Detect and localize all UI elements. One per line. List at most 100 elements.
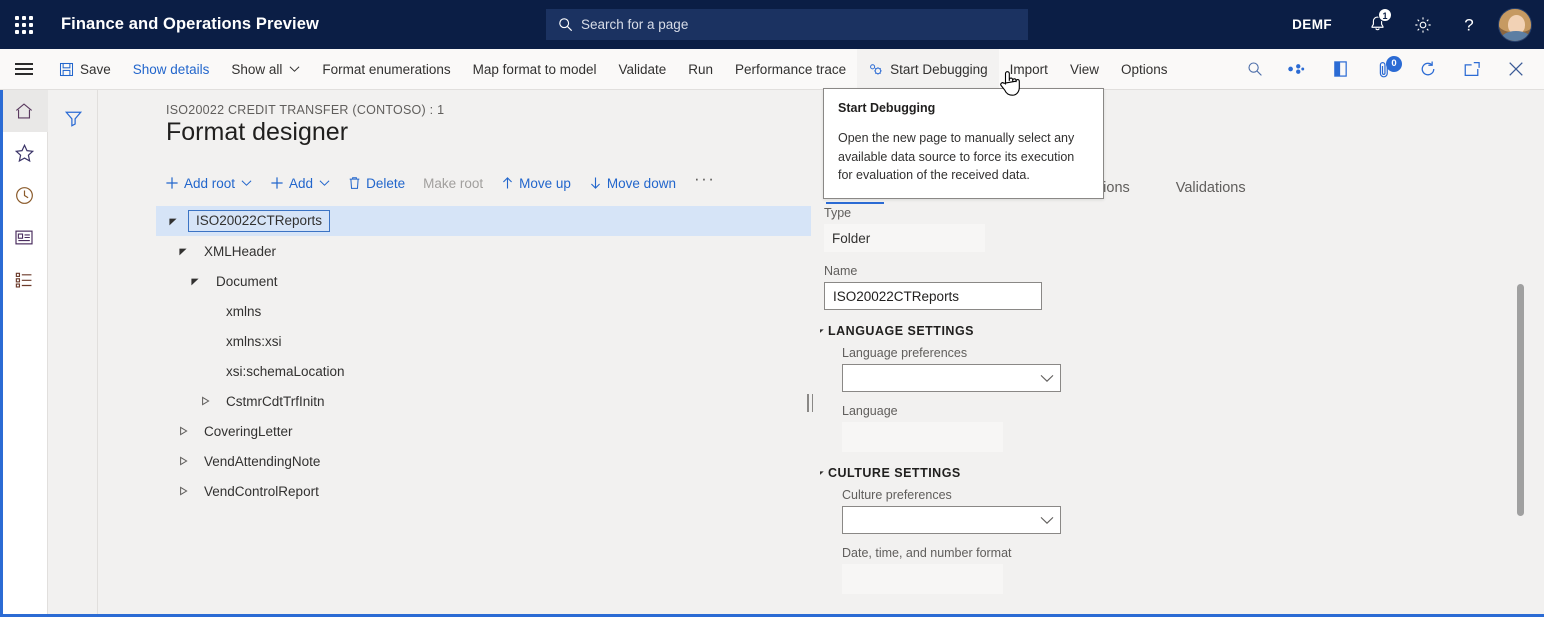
- collapsed-twisty-icon[interactable]: [174, 486, 192, 496]
- recent-clock-icon: [14, 185, 35, 206]
- hamburger-icon[interactable]: [0, 49, 48, 89]
- plus-icon: [165, 176, 179, 190]
- attachment-icon[interactable]: 0: [1362, 49, 1406, 89]
- more-actions-button[interactable]: ···: [685, 168, 724, 198]
- language-value: [842, 422, 1003, 452]
- format-enumerations-button[interactable]: Format enumerations: [311, 49, 461, 89]
- run-button[interactable]: Run: [677, 49, 724, 89]
- rail-item-recent[interactable]: [0, 174, 48, 216]
- vertical-scrollbar[interactable]: [1516, 270, 1526, 617]
- culture-preferences-dropdown[interactable]: [842, 506, 1061, 534]
- rail-item-workspaces[interactable]: [0, 216, 48, 258]
- view-button[interactable]: View: [1059, 49, 1110, 89]
- tree-row[interactable]: VendControlReport: [156, 476, 811, 506]
- splitter-grip-icon: [807, 394, 813, 412]
- expanded-twisty-icon[interactable]: [164, 216, 182, 226]
- tree-row-label: CstmrCdtTrfInitn: [226, 394, 325, 409]
- culture-settings-title: CULTURE SETTINGS: [828, 466, 961, 480]
- show-all-button[interactable]: Show all: [220, 49, 311, 89]
- tooltip-title: Start Debugging: [838, 99, 1089, 118]
- show-details-button[interactable]: Show details: [122, 49, 221, 89]
- breadcrumb: ISO20022 CREDIT TRANSFER (CONTOSO) : 1: [166, 103, 444, 117]
- save-button[interactable]: Save: [48, 49, 122, 89]
- open-in-new-window-icon[interactable]: [1450, 49, 1494, 89]
- properties-pane: Format Mapping Transformations Validatio…: [820, 166, 1544, 617]
- show-details-label: Show details: [133, 62, 210, 77]
- options-button[interactable]: Options: [1110, 49, 1179, 89]
- gear-icon[interactable]: [1400, 0, 1446, 49]
- map-format-to-model-label: Map format to model: [473, 62, 597, 77]
- tree-row[interactable]: xmlns:xsi: [156, 326, 811, 356]
- tree-row[interactable]: VendAttendingNote: [156, 446, 811, 476]
- tree-row[interactable]: CstmrCdtTrfInitn: [156, 386, 811, 416]
- page-content: ISO20022 CREDIT TRANSFER (CONTOSO) : 1 F…: [98, 90, 1544, 617]
- move-up-button[interactable]: Move up: [492, 168, 580, 198]
- command-bar: Save Show details Show all Format enumer…: [0, 49, 1544, 90]
- relations-icon[interactable]: [1274, 49, 1318, 89]
- language-preferences-label: Language preferences: [842, 346, 1504, 360]
- type-field: Type Folder: [824, 206, 1504, 252]
- language-settings-header[interactable]: LANGUAGE SETTINGS: [820, 324, 1504, 338]
- tab-validations[interactable]: Validations: [1168, 180, 1254, 204]
- tree-row-label: xmlns: [226, 304, 261, 319]
- page-body: ISO20022 CREDIT TRANSFER (CONTOSO) : 1 F…: [48, 90, 1544, 617]
- tree-row[interactable]: xsi:schemaLocation: [156, 356, 811, 386]
- workspaces-icon: [14, 228, 34, 247]
- left-accent-edge: [0, 90, 3, 617]
- performance-trace-button[interactable]: Performance trace: [724, 49, 857, 89]
- start-debugging-button[interactable]: Start Debugging: [857, 49, 999, 89]
- tree-row[interactable]: XMLHeader: [156, 236, 811, 266]
- bell-icon[interactable]: 1: [1354, 0, 1400, 49]
- scrollbar-thumb[interactable]: [1517, 284, 1524, 516]
- add-root-button[interactable]: Add root: [156, 168, 261, 198]
- rail-item-home[interactable]: [0, 90, 48, 132]
- move-down-label: Move down: [607, 176, 676, 191]
- close-icon[interactable]: [1494, 49, 1538, 89]
- culture-preferences-label: Culture preferences: [842, 488, 1504, 502]
- chevron-down-icon: [1040, 371, 1054, 386]
- type-value: Folder: [824, 224, 985, 252]
- tree-row[interactable]: CoveringLetter: [156, 416, 811, 446]
- expanded-twisty-icon[interactable]: [174, 246, 192, 256]
- move-down-button[interactable]: Move down: [580, 168, 685, 198]
- tree-row[interactable]: Document: [156, 266, 811, 296]
- app-launcher-icon[interactable]: [0, 0, 48, 49]
- collapsed-twisty-icon[interactable]: [174, 426, 192, 436]
- import-button[interactable]: Import: [999, 49, 1059, 89]
- search-placeholder: Search for a page: [581, 17, 688, 32]
- search-input[interactable]: Search for a page: [546, 9, 1028, 40]
- chevron-down-icon: [1040, 513, 1054, 528]
- expanded-twisty-icon[interactable]: [186, 276, 204, 286]
- page-title: Format designer: [166, 118, 348, 147]
- app-title[interactable]: Finance and Operations Preview: [61, 15, 319, 34]
- validate-button[interactable]: Validate: [607, 49, 677, 89]
- map-format-to-model-button[interactable]: Map format to model: [462, 49, 608, 89]
- filter-icon[interactable]: [48, 98, 98, 138]
- arrow-up-icon: [501, 176, 514, 190]
- pane-splitter[interactable]: [803, 90, 817, 617]
- panel-icon[interactable]: [1318, 49, 1362, 89]
- performance-trace-label: Performance trace: [735, 62, 846, 77]
- date-time-number-format-field: Date, time, and number format: [842, 546, 1504, 594]
- question-mark-icon[interactable]: ?: [1446, 0, 1492, 49]
- add-button[interactable]: Add: [261, 168, 339, 198]
- plus-icon: [270, 176, 284, 190]
- language-preferences-dropdown[interactable]: [842, 364, 1061, 392]
- tree-action-bar: Add root Add: [156, 166, 811, 200]
- tree-row[interactable]: xmlns: [156, 296, 811, 326]
- user-avatar[interactable]: [1498, 8, 1532, 42]
- collapsed-twisty-icon[interactable]: [174, 456, 192, 466]
- refresh-icon[interactable]: [1406, 49, 1450, 89]
- make-root-button: Make root: [414, 168, 492, 198]
- company-selector[interactable]: DEMF: [1292, 17, 1332, 32]
- search-icon[interactable]: [1236, 49, 1274, 89]
- import-label: Import: [1010, 62, 1048, 77]
- name-input[interactable]: ISO20022CTReports: [824, 282, 1042, 310]
- rail-item-modules[interactable]: [0, 258, 48, 300]
- tree-row[interactable]: ISO20022CTReports: [156, 206, 811, 236]
- delete-button[interactable]: Delete: [339, 168, 414, 198]
- culture-settings-header[interactable]: CULTURE SETTINGS: [820, 466, 1504, 480]
- svg-text:?: ?: [1464, 15, 1473, 34]
- rail-item-favorites[interactable]: [0, 132, 48, 174]
- collapsed-twisty-icon[interactable]: [196, 396, 214, 406]
